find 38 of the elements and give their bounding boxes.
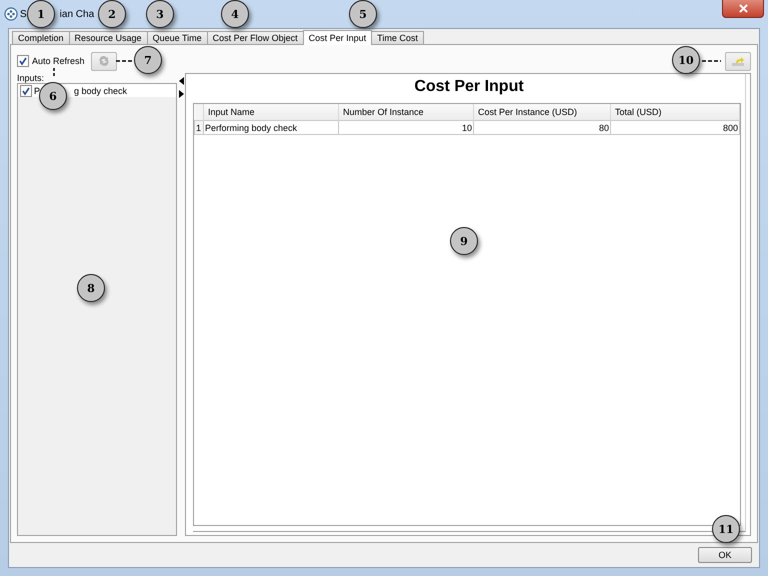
tab[interactable]: Queue Time [146, 31, 208, 44]
callout-badge: 4 [221, 0, 249, 28]
table-cell: 800 [610, 120, 740, 134]
leader-line [53, 68, 55, 78]
checkbox[interactable] [20, 84, 32, 96]
leader-line [116, 60, 134, 62]
ok-button[interactable]: OK [698, 547, 752, 563]
checkbox-label: Auto Refresh [32, 56, 85, 66]
export-icon [730, 55, 746, 67]
close-button[interactable] [722, 0, 764, 18]
leader-line [702, 60, 721, 62]
callout-badge: 1 [27, 0, 55, 28]
column-header[interactable]: Number Of Instance [338, 104, 474, 120]
column-header[interactable]: Input Name [204, 104, 338, 120]
callout-badge: 5 [349, 0, 377, 28]
row-number: 1 [194, 120, 204, 134]
table-cell: 10 [338, 120, 474, 134]
close-icon [738, 4, 748, 13]
tab[interactable]: Cost Per Flow Object [206, 31, 304, 44]
window-title: ian Cha [60, 8, 94, 20]
table-cell: Performing body check [204, 120, 338, 134]
checkbox[interactable] [17, 55, 29, 67]
app-icon [4, 7, 18, 21]
tab[interactable]: Completion [12, 31, 70, 44]
callout-badge: 3 [146, 0, 174, 28]
callout-badge: 2 [98, 0, 126, 28]
column-header[interactable]: Cost Per Instance (USD) [474, 104, 610, 120]
input-item-label: P [34, 86, 40, 96]
report-title: Cost Per Input [413, 77, 525, 97]
window-title: S [20, 8, 27, 20]
tab[interactable]: Resource Usage [68, 31, 148, 44]
tab[interactable]: Cost Per Input [302, 30, 372, 45]
column-header[interactable]: Total (USD) [610, 104, 740, 120]
tab[interactable]: Time Cost [371, 31, 424, 44]
table-cell: 80 [474, 120, 610, 134]
input-item-label: g body check [74, 86, 128, 96]
inputs-label: Inputs: [17, 73, 44, 83]
refresh-icon [96, 54, 111, 68]
